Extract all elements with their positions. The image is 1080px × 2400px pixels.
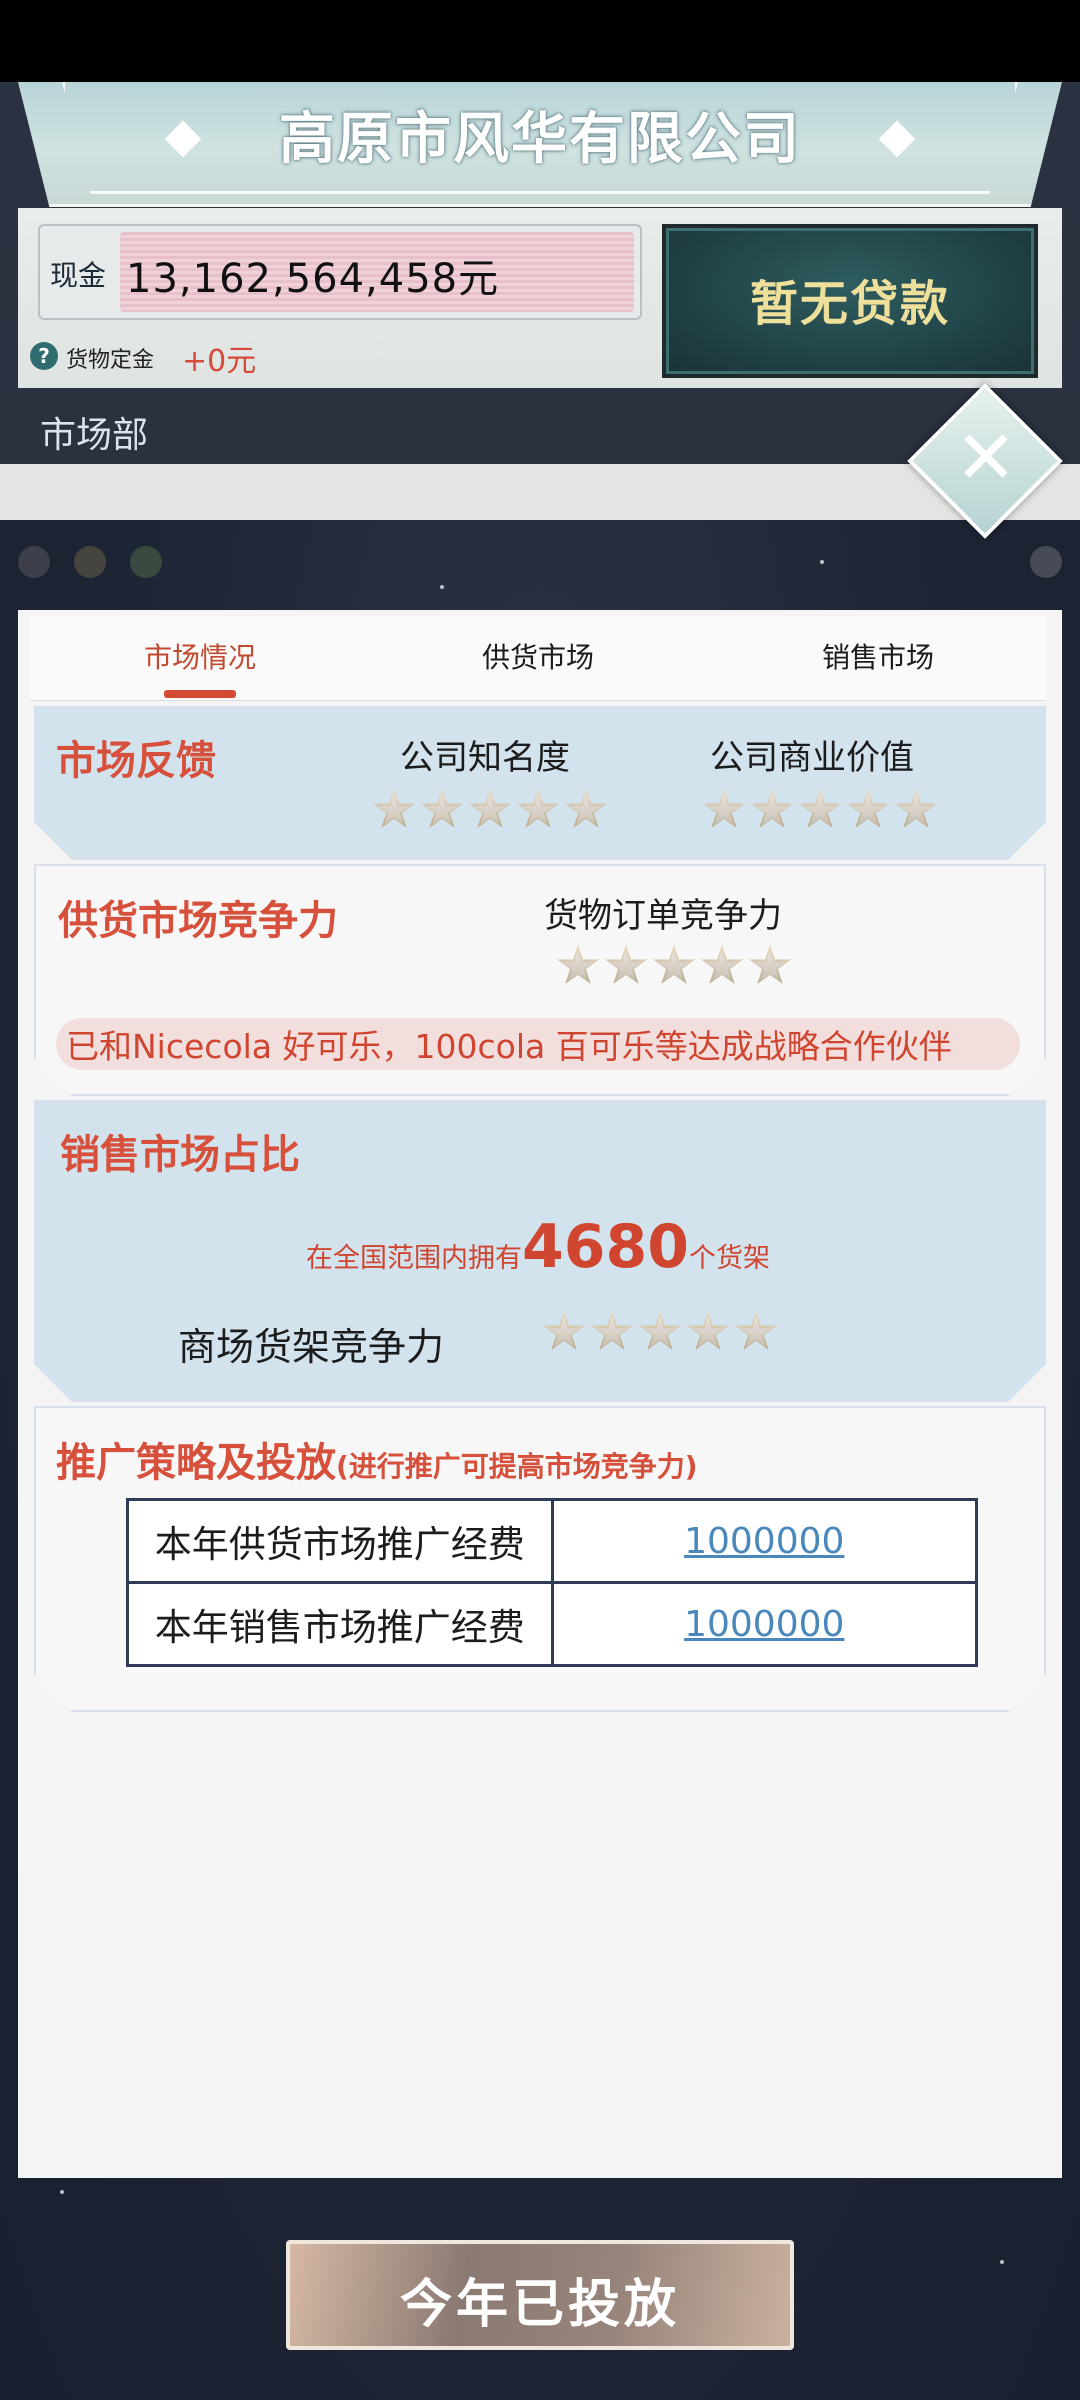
tab-active-indicator [164, 690, 236, 698]
shelf-count: 4680 [522, 1212, 689, 1282]
question-icon[interactable]: ? [30, 342, 58, 370]
tab-sales-market[interactable]: 销售市场 [796, 636, 960, 680]
supply-budget-value[interactable]: 1000000 [550, 1498, 978, 1584]
supply-budget-label: 本年供货市场推广经费 [126, 1498, 554, 1584]
star-icon [700, 944, 744, 985]
star-icon [590, 1310, 634, 1351]
star-icon [604, 944, 648, 985]
close-icon[interactable]: ✕ [948, 418, 1024, 498]
table-row: 本年销售市场推广经费 1000000 [126, 1581, 978, 1667]
window-dot-icon [1030, 546, 1062, 578]
star-icon [372, 788, 416, 829]
star-icon [894, 788, 938, 829]
tab-market-overview[interactable]: 市场情况 [118, 636, 282, 680]
star-icon [686, 1310, 730, 1351]
business-value-stars [702, 788, 942, 836]
star-icon [652, 944, 696, 985]
sales-budget-label: 本年销售市场推广经费 [126, 1581, 554, 1667]
mall-shelf-stars [542, 1310, 782, 1358]
company-name: 高原市风华有限公司 [279, 107, 801, 172]
loan-button-label: 暂无贷款 [749, 276, 950, 332]
star-icon [734, 1310, 778, 1351]
sales-budget-value[interactable]: 1000000 [550, 1581, 978, 1667]
divider [0, 464, 1080, 524]
sparkle-icon [820, 560, 824, 564]
mall-shelf-label: 商场货架竞争力 [178, 1325, 445, 1369]
tab-supply-market[interactable]: 供货市场 [456, 636, 620, 680]
shelf-suffix: 个货架 [689, 1243, 770, 1274]
feedback-title: 市场反馈 [56, 738, 216, 784]
awareness-stars [372, 788, 612, 836]
promotion-title: 推广策略及投放 [56, 1440, 336, 1486]
sparkle-icon [60, 2190, 64, 2194]
table-row: 本年供货市场推广经费 1000000 [126, 1498, 978, 1584]
sparkle-icon [440, 585, 444, 589]
invested-button-label: 今年已投放 [399, 2275, 680, 2335]
shelf-prefix: 在全国范围内拥有 [306, 1243, 522, 1274]
promotion-heading: 推广策略及投放(进行推广可提高市场竞争力) [56, 1430, 698, 1488]
star-icon [846, 788, 890, 829]
star-icon [702, 788, 746, 829]
star-icon [542, 1310, 586, 1351]
star-icon [516, 788, 560, 829]
business-value-label: 公司商业价值 [710, 738, 914, 778]
sparkle-icon [1000, 2260, 1004, 2264]
order-competitiveness-stars [556, 944, 796, 992]
awareness-label: 公司知名度 [400, 738, 570, 778]
deposit-label: 货物定金 [66, 348, 155, 373]
status-bar [0, 0, 1080, 82]
star-icon [798, 788, 842, 829]
star-icon [420, 788, 464, 829]
department-label: 市场部 [40, 415, 149, 456]
star-icon [748, 944, 792, 985]
cash-label: 现金 [50, 259, 107, 292]
shelf-summary: 在全国范围内拥有4680个货架 [306, 1212, 770, 1282]
order-competitiveness-label: 货物订单竞争力 [544, 896, 782, 936]
promotion-table: 本年供货市场推广经费 1000000 本年销售市场推广经费 1000000 [126, 1498, 978, 1667]
star-icon [468, 788, 512, 829]
star-icon [564, 788, 608, 829]
window-dot-icon [74, 546, 106, 578]
star-icon [638, 1310, 682, 1351]
window-dot-icon [130, 546, 162, 578]
star-icon [750, 788, 794, 829]
supply-title: 供货市场竞争力 [58, 898, 338, 944]
cash-value: 13,162,564,458元 [126, 256, 500, 302]
star-icon [556, 944, 600, 985]
window-dot-icon [18, 546, 50, 578]
promotion-subtitle: (进行推广可提高市场竞争力) [336, 1450, 698, 1483]
sales-title: 销售市场占比 [60, 1132, 300, 1178]
partner-text: 已和Nicecola 好可乐，100cola 百可乐等达成战略合作伙伴 [66, 1027, 952, 1066]
deposit-value: +0元 [182, 344, 257, 379]
